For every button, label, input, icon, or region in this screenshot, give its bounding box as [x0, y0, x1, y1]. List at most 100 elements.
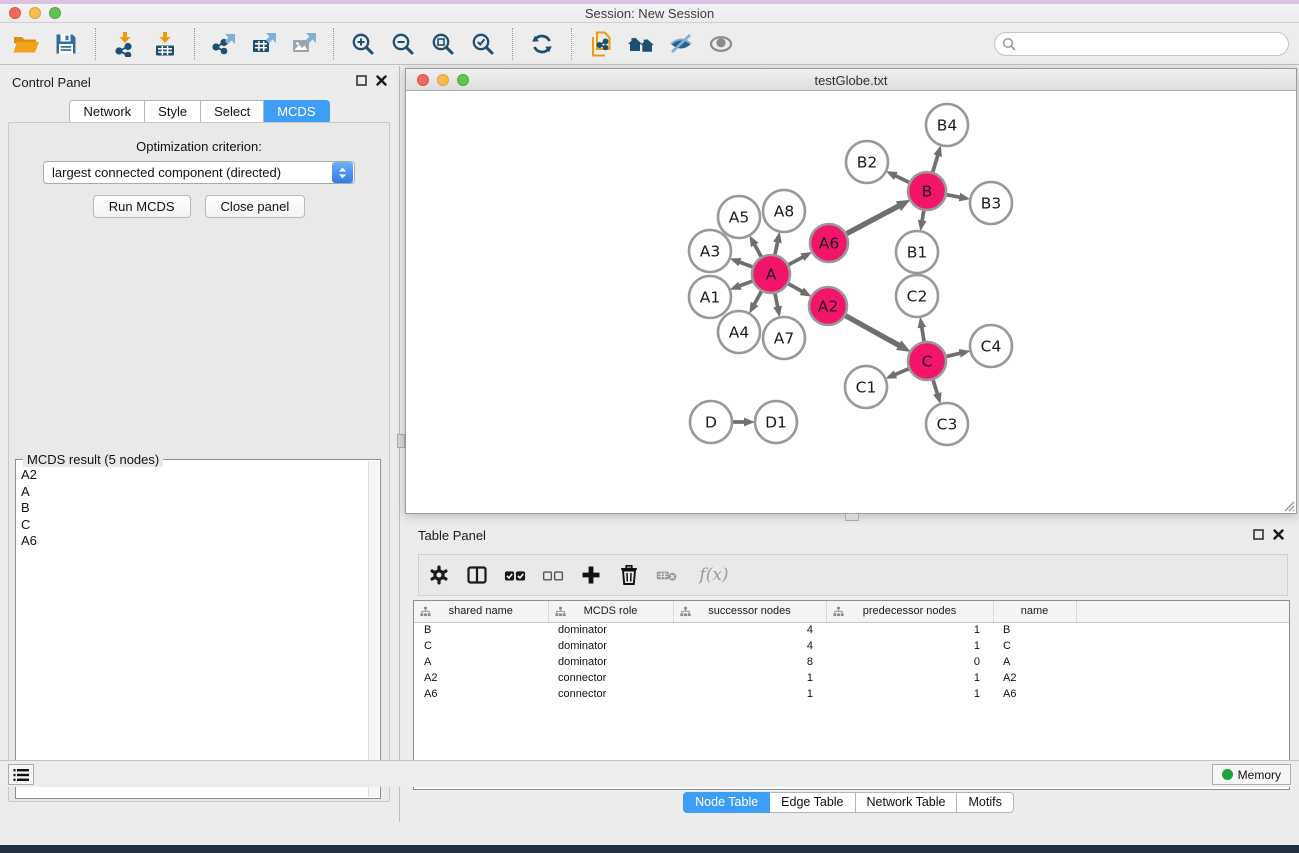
result-scrollbar[interactable] — [368, 461, 379, 797]
open-file-button[interactable] — [6, 26, 46, 62]
table-cell[interactable]: 1 — [826, 670, 993, 686]
column-header-name[interactable]: name — [993, 601, 1076, 622]
add-column-button[interactable] — [580, 557, 602, 593]
node-D1[interactable]: D1 — [755, 401, 797, 443]
delete-table-button[interactable] — [656, 557, 678, 593]
search-box[interactable] — [994, 32, 1289, 56]
edge-A-A7[interactable] — [775, 294, 778, 308]
column-header-shared-name[interactable]: shared name — [414, 601, 548, 622]
hide-selected-button[interactable] — [661, 26, 701, 62]
table-cell[interactable]: connector — [548, 686, 673, 702]
edge-B-B3[interactable] — [947, 195, 961, 198]
tab-mcds[interactable]: MCDS — [264, 100, 329, 124]
edge-A-A4[interactable] — [754, 292, 761, 305]
select-all-button[interactable] — [504, 557, 526, 593]
zoom-selected-button[interactable] — [463, 26, 503, 62]
settings-gear-button[interactable] — [428, 557, 450, 593]
import-network-button[interactable] — [105, 26, 145, 62]
table-cell[interactable]: A6 — [993, 686, 1076, 702]
table-cell[interactable]: 1 — [826, 686, 993, 702]
memory-button[interactable]: Memory — [1212, 764, 1291, 785]
edge-A-A3[interactable] — [739, 262, 752, 267]
refresh-layout-button[interactable] — [522, 26, 562, 62]
node-B[interactable]: B — [908, 172, 946, 210]
zoom-fit-button[interactable] — [423, 26, 463, 62]
save-session-button[interactable] — [46, 26, 86, 62]
table-cell[interactable]: B — [414, 622, 548, 638]
float-panel-icon[interactable] — [1253, 529, 1264, 540]
node-B4[interactable]: B4 — [926, 104, 968, 146]
node-A1[interactable]: A1 — [689, 276, 731, 318]
edge-A6-B[interactable] — [847, 206, 900, 234]
node-A2[interactable]: A2 — [809, 287, 847, 325]
edge-A-A8[interactable] — [775, 241, 778, 254]
table-cell[interactable]: A6 — [414, 686, 548, 702]
tab-select[interactable]: Select — [201, 100, 264, 124]
window-resize-grip[interactable] — [1281, 498, 1295, 512]
table-row[interactable]: Bdominator41B — [414, 622, 1289, 638]
horizontal-split-handle[interactable] — [845, 513, 859, 521]
node-C[interactable]: C — [908, 342, 946, 380]
task-history-button[interactable] — [8, 764, 34, 785]
table-cell[interactable]: B — [993, 622, 1076, 638]
tab-edge-table[interactable]: Edge Table — [770, 792, 855, 813]
table-cell[interactable]: dominator — [548, 622, 673, 638]
node-A5[interactable]: A5 — [718, 196, 760, 238]
node-A[interactable]: A — [752, 255, 790, 293]
node-A6[interactable]: A6 — [810, 224, 848, 262]
edge-B-B1[interactable] — [922, 211, 924, 222]
table-cell[interactable]: 0 — [826, 654, 993, 670]
node-A4[interactable]: A4 — [718, 311, 760, 353]
edge-C-C3[interactable] — [933, 380, 938, 394]
node-B2[interactable]: B2 — [846, 141, 888, 183]
tab-network-table[interactable]: Network Table — [856, 792, 958, 813]
home-view-button[interactable] — [621, 26, 661, 62]
result-item[interactable]: C — [17, 517, 367, 534]
node-C4[interactable]: C4 — [970, 325, 1012, 367]
table-cell[interactable]: 8 — [673, 654, 826, 670]
table-cell[interactable]: A2 — [414, 670, 548, 686]
column-header-successor-nodes[interactable]: successor nodes — [673, 601, 826, 622]
run-mcds-button[interactable]: Run MCDS — [93, 195, 191, 218]
result-item[interactable]: A6 — [17, 533, 367, 550]
node-B1[interactable]: B1 — [896, 231, 938, 273]
network-window-titlebar[interactable]: testGlobe.txt — [406, 69, 1296, 91]
table-cell[interactable]: A — [414, 654, 548, 670]
table-cell[interactable]: A2 — [993, 670, 1076, 686]
table-row[interactable]: A2connector11A2 — [414, 670, 1289, 686]
search-input[interactable] — [1021, 35, 1288, 53]
node-C2[interactable]: C2 — [896, 275, 938, 317]
table-cell[interactable]: 4 — [673, 622, 826, 638]
table-cell[interactable]: 1 — [673, 670, 826, 686]
edge-C-C2[interactable] — [922, 327, 924, 342]
export-network-button[interactable] — [204, 26, 244, 62]
close-panel-icon[interactable] — [1273, 529, 1284, 540]
criterion-dropdown[interactable]: largest connected component (directed) — [43, 161, 355, 184]
node-A3[interactable]: A3 — [689, 230, 731, 272]
result-item[interactable]: A — [17, 484, 367, 501]
edge-C-C1[interactable] — [895, 369, 909, 375]
tab-motifs[interactable]: Motifs — [957, 792, 1013, 813]
zoom-out-button[interactable] — [383, 26, 423, 62]
column-header-predecessor-nodes[interactable]: predecessor nodes — [826, 601, 993, 622]
tab-style[interactable]: Style — [145, 100, 201, 124]
export-table-button[interactable] — [244, 26, 284, 62]
edge-B-B4[interactable] — [933, 155, 938, 172]
node-C1[interactable]: C1 — [845, 366, 887, 408]
function-builder-button[interactable]: f(x) — [694, 557, 734, 593]
export-image-button[interactable] — [284, 26, 324, 62]
close-panel-button[interactable]: Close panel — [205, 195, 306, 218]
vertical-split-handle[interactable] — [397, 434, 405, 448]
edge-A-A6[interactable] — [789, 257, 804, 265]
column-header-MCDS-role[interactable]: MCDS role — [548, 601, 673, 622]
edge-A-A5[interactable] — [754, 244, 761, 257]
edge-A-A2[interactable] — [788, 284, 802, 292]
edge-B-B2[interactable] — [895, 176, 909, 183]
column-view-button[interactable] — [466, 557, 488, 593]
edge-C-C4[interactable] — [947, 353, 961, 356]
edge-A2-C[interactable] — [846, 316, 900, 346]
table-cell[interactable]: 1 — [826, 638, 993, 654]
table-cell[interactable]: 4 — [673, 638, 826, 654]
table-cell[interactable]: 1 — [673, 686, 826, 702]
delete-column-button[interactable] — [618, 557, 640, 593]
